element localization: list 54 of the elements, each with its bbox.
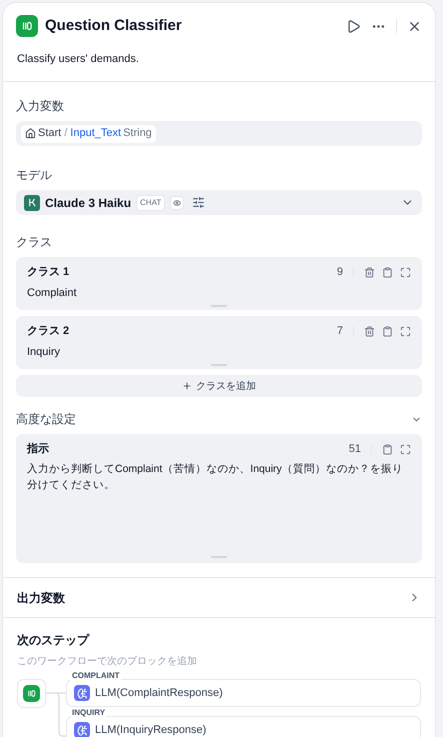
block-name: LLM(ComplaintResponse) bbox=[95, 686, 223, 701]
section-label: モデル bbox=[16, 167, 53, 184]
variable-name: Input_Text bbox=[70, 126, 122, 142]
class-text: Complaint bbox=[27, 286, 78, 300]
copy-icon[interactable] bbox=[382, 266, 393, 278]
next-block[interactable]: LLM(ComplaintResponse) bbox=[66, 679, 421, 707]
character-count: 9 bbox=[336, 265, 343, 280]
vision-icon bbox=[170, 196, 184, 210]
block-name: LLM(InquiryResponse) bbox=[95, 722, 206, 737]
instruction-title: 指示 bbox=[27, 442, 49, 457]
class-text: Inquiry bbox=[27, 344, 62, 360]
instruction-card[interactable]: 指示 51 入力から判断してComplaint（苦情）なのか、Inquiry（質問）なのか？を振り分けてください。 bbox=[16, 434, 422, 563]
variable-field[interactable]: Start / Input_Text String bbox=[16, 121, 422, 146]
home-icon bbox=[25, 128, 36, 139]
branch-label: INQUIRY bbox=[71, 708, 106, 718]
model-logo-icon bbox=[24, 194, 40, 210]
next-step-title: 次のステップ bbox=[17, 632, 90, 649]
class-card[interactable]: クラス 1 9 Complaint bbox=[16, 257, 422, 310]
class-title: クラス 2 bbox=[27, 324, 70, 339]
variable-type: String bbox=[123, 126, 152, 142]
add-class-button[interactable]: クラスを追加 bbox=[16, 375, 422, 397]
parameters-icon[interactable] bbox=[192, 196, 206, 209]
llm-icon bbox=[74, 722, 90, 737]
delete-icon[interactable] bbox=[364, 326, 375, 337]
model-selector[interactable]: Claude 3 Haiku CHAT bbox=[16, 190, 422, 215]
classifier-icon bbox=[23, 685, 40, 702]
classifier-icon bbox=[16, 15, 38, 38]
next-block[interactable]: LLM(InquiryResponse) bbox=[66, 716, 421, 737]
plus-icon bbox=[182, 381, 192, 391]
class-title: クラス 1 bbox=[27, 265, 70, 280]
character-count: 51 bbox=[348, 442, 361, 457]
section-label: 入力変数 bbox=[16, 98, 65, 115]
copy-icon[interactable] bbox=[382, 326, 393, 337]
expand-icon[interactable] bbox=[400, 266, 411, 278]
branch-label: COMPLAINT bbox=[71, 671, 121, 681]
section-label: 出力変数 bbox=[17, 590, 65, 606]
path-separator: / bbox=[64, 126, 68, 142]
section-label: 高度な設定 bbox=[16, 411, 76, 428]
character-count: 7 bbox=[336, 324, 343, 339]
run-icon[interactable] bbox=[346, 18, 361, 34]
model-mode: CHAT bbox=[136, 194, 166, 210]
instruction-text: 入力から判断してComplaint（苦情）なのか、Inquiry（質問）なのか？を振り分けてください。 bbox=[27, 462, 404, 492]
copy-icon[interactable] bbox=[382, 444, 393, 455]
node-title: Question Classifier bbox=[45, 16, 182, 36]
next-step-subtitle: このワークフローで次のブロックを追加 bbox=[17, 654, 198, 669]
model-name: Claude 3 Haiku bbox=[45, 194, 132, 212]
section-label: クラス bbox=[16, 234, 53, 251]
class-card[interactable]: クラス 2 7 Inquiry bbox=[16, 316, 422, 369]
expand-icon[interactable] bbox=[400, 326, 411, 337]
expand-icon[interactable] bbox=[400, 444, 411, 455]
delete-icon[interactable] bbox=[364, 266, 375, 278]
node-name: Start bbox=[38, 126, 62, 142]
llm-icon bbox=[74, 685, 90, 701]
node-description: Classify users' demands. bbox=[16, 52, 140, 66]
